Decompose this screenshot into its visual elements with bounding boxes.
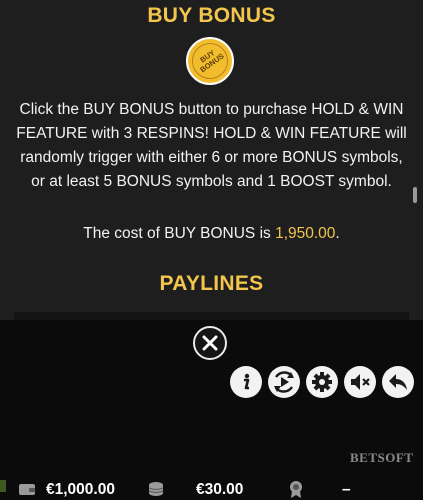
sound-button[interactable] — [344, 366, 376, 398]
back-button[interactable] — [382, 366, 414, 398]
bet-value: €30.00 — [196, 481, 244, 498]
back-icon — [389, 374, 407, 390]
autoplay-icon — [274, 371, 294, 393]
win-value: – — [342, 481, 351, 498]
paylines-area — [14, 312, 409, 320]
betsoft-logo: BETSOFT — [350, 450, 414, 465]
close-button[interactable] — [193, 326, 227, 360]
autoplay-button[interactable] — [268, 366, 300, 398]
coin-stack-icon — [148, 482, 164, 496]
scrollbar-thumb[interactable] — [413, 187, 417, 203]
balance-value: €1,000.00 — [46, 481, 115, 498]
buy-bonus-badge-icon: BUY BONUS — [186, 37, 234, 85]
buy-bonus-title: BUY BONUS — [147, 4, 276, 27]
gear-icon — [312, 372, 332, 392]
paytable-panel[interactable]: BUY BONUS BUY BONUS Click the BUY BONUS … — [0, 0, 423, 320]
paylines-title: PAYLINES — [159, 272, 264, 295]
cost-prefix: The cost of BUY BONUS is — [83, 225, 276, 242]
mute-icon — [351, 374, 370, 390]
buy-bonus-cost: The cost of BUY BONUS is 1,950.00. — [0, 225, 423, 243]
info-button[interactable] — [230, 366, 262, 398]
close-icon — [202, 335, 218, 351]
wallet-icon — [19, 484, 35, 495]
cost-suffix: . — [335, 225, 340, 242]
game-edge — [0, 480, 6, 492]
cost-amount: 1,950.00 — [275, 225, 336, 242]
info-icon — [244, 373, 250, 390]
settings-button[interactable] — [306, 366, 338, 398]
buy-bonus-description: Click the BUY BONUS button to purchase H… — [16, 101, 407, 190]
award-icon — [290, 481, 302, 498]
